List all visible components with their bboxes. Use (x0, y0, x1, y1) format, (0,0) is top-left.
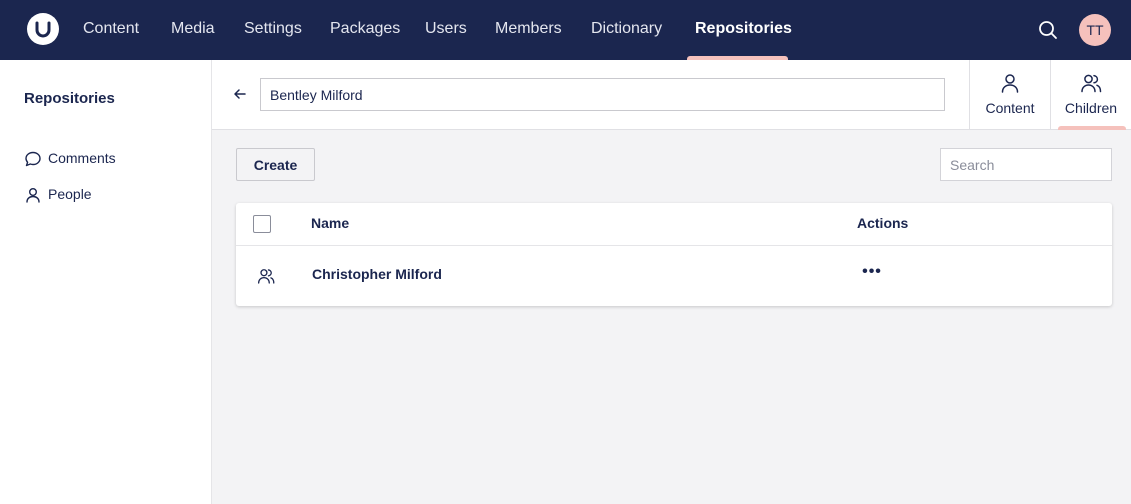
table-row[interactable]: Christopher Milford ••• (236, 246, 1112, 306)
user-avatar[interactable]: TT (1079, 14, 1111, 46)
document-name-input[interactable] (260, 78, 945, 111)
sidebar-item-people[interactable]: People (24, 184, 194, 206)
nav-settings[interactable]: Settings (244, 0, 302, 60)
nav-content[interactable]: Content (83, 0, 139, 60)
top-header: Content Media Settings Packages Users Me… (0, 0, 1131, 60)
tab-children[interactable]: Children (1050, 60, 1131, 130)
sidebar-item-comments[interactable]: Comments (24, 148, 194, 170)
tab-label: Children (1064, 100, 1118, 116)
row-name-link[interactable]: Christopher Milford (312, 266, 442, 282)
nav-users[interactable]: Users (425, 0, 467, 60)
row-actions-menu[interactable]: ••• (860, 262, 884, 286)
column-header-name: Name (311, 215, 350, 231)
user-icon (1001, 74, 1019, 93)
nav-repositories[interactable]: Repositories (695, 0, 792, 60)
users-icon (257, 269, 275, 284)
nav-dictionary[interactable]: Dictionary (591, 0, 662, 60)
search-icon[interactable] (1037, 19, 1059, 41)
nav-media[interactable]: Media (171, 0, 215, 60)
nav-members[interactable]: Members (495, 0, 562, 60)
select-all-checkbox[interactable] (253, 215, 271, 233)
search-input[interactable] (940, 148, 1112, 181)
sidebar-item-label: People (48, 186, 92, 202)
sidebar-title: Repositories (24, 90, 115, 107)
nav-packages[interactable]: Packages (330, 0, 400, 60)
tab-content[interactable]: Content (969, 60, 1050, 130)
umbraco-logo[interactable] (27, 13, 59, 45)
speech-bubble-icon (25, 151, 41, 167)
users-icon (1081, 74, 1102, 93)
sidebar-item-label: Comments (48, 150, 116, 166)
back-arrow-icon[interactable] (232, 86, 248, 102)
active-tab-indicator (1058, 126, 1126, 130)
column-header-actions: Actions (857, 215, 909, 231)
table-header: Name Actions (236, 203, 1112, 246)
workspace-header: Content Children (212, 60, 1131, 130)
sidebar: Repositories Comments People (0, 60, 212, 504)
children-table: Name Actions Christopher Milford ••• (236, 203, 1112, 306)
user-icon (26, 188, 40, 203)
create-button[interactable]: Create (236, 148, 315, 181)
tab-label: Content (985, 100, 1035, 116)
